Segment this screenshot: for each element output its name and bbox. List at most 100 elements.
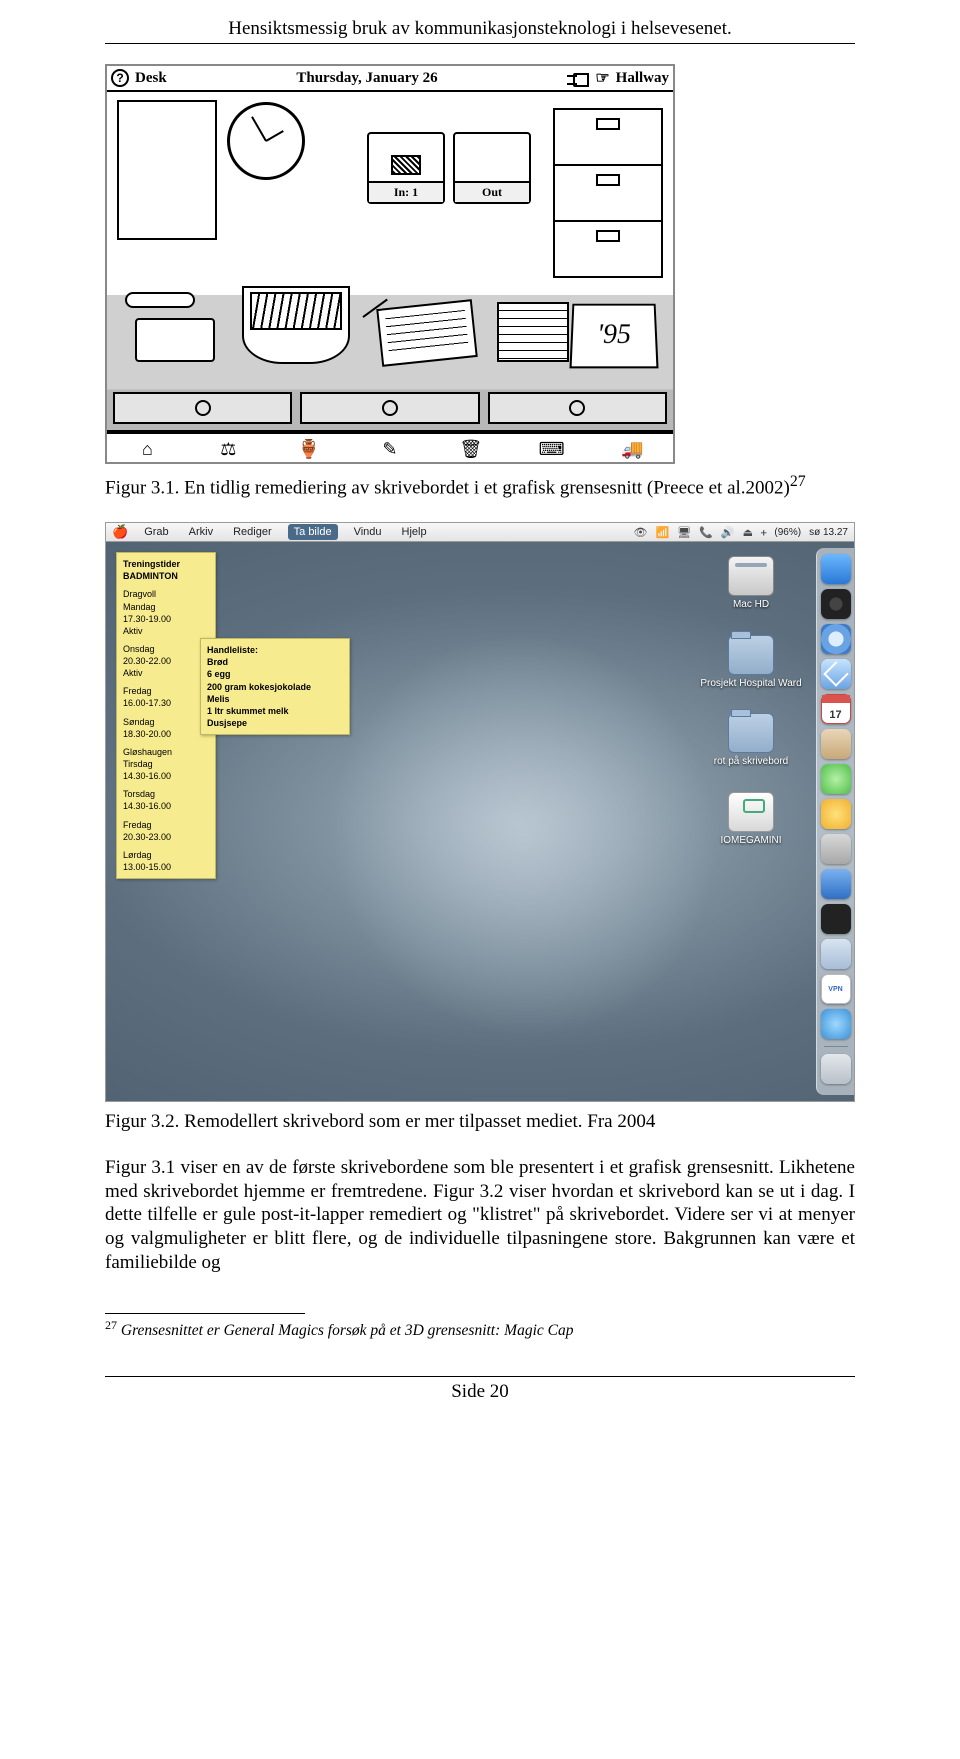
folder-icon (728, 713, 774, 753)
figure-1-magic-cap: ? Desk Thursday, January 26 ☞ Hallway In… (105, 64, 675, 464)
sticky-list-item: Dusjsepe (207, 717, 343, 729)
dock-preferences-icon[interactable] (821, 834, 851, 864)
toolbar-desk-icon[interactable]: ⌂ (128, 436, 166, 462)
toolbar-pencil-icon[interactable]: ✎ (371, 436, 409, 462)
desktop-icon[interactable]: Prosjekt Hospital Ward (700, 635, 801, 690)
menubar-flag-icon[interactable]: ᚐ (761, 526, 766, 539)
sticky-title: Treningstider (123, 558, 209, 570)
calendar-icon[interactable]: '95 (569, 304, 658, 369)
menubar-signal-icon[interactable]: 📶 (655, 526, 669, 539)
sticky-list-item: 6 egg (207, 668, 343, 680)
dock-dashboard-icon[interactable] (821, 589, 851, 619)
sticky-entry: Lørdag13.00-15.00 (123, 849, 209, 873)
page-number: Side 20 (105, 1381, 855, 1403)
dock-itunes-icon[interactable] (821, 764, 851, 794)
hallway-label[interactable]: Hallway (616, 70, 669, 87)
hand-icon[interactable]: ☞ (595, 68, 609, 88)
sticky-entry: GløshaugenTirsdag14.30-16.00 (123, 746, 209, 782)
menubar-modem-icon[interactable]: 📞 (699, 526, 713, 539)
menubar-volume-icon[interactable]: 🔊 (721, 526, 735, 539)
mac-desktop[interactable]: Treningstider BADMINTON DragvollMandag17… (105, 542, 855, 1102)
toolbar-lamp-icon[interactable]: 🏺 (290, 436, 328, 462)
figure-1-caption: Figur 3.1. En tidlig remediering av skri… (105, 472, 855, 500)
clock-icon[interactable] (227, 102, 305, 180)
desktop-icon[interactable]: rot på skrivebord (714, 713, 788, 768)
sticky-list-item: 200 gram kokesjokolade (207, 681, 343, 693)
figure-2-caption: Figur 3.2. Remodellert skrivebord som er… (105, 1110, 855, 1134)
menubar-ichat-icon[interactable]: 👁 (634, 526, 648, 539)
footnote-ref: 27 (790, 473, 806, 490)
desk-drawer[interactable] (113, 392, 292, 424)
sticky-note-shopping[interactable]: Handleliste: Brød6 egg200 gram kokesjoko… (200, 638, 350, 735)
plug-icon (567, 72, 589, 84)
desktop-icons-column: Mac HD Prosjekt Hospital Ward rot på skriv… (696, 556, 806, 846)
menu-vindu[interactable]: Vindu (350, 524, 386, 540)
apple-menu-icon[interactable]: 🍎 (112, 524, 128, 540)
toolbar-keyboard-icon[interactable]: ⌨ (533, 436, 571, 462)
sticky-entry: Søndag18.30-20.00 (123, 716, 209, 740)
dock-vpn-icon[interactable]: VPN (821, 974, 851, 1004)
running-header: Hensiktsmessig bruk av kommunikasjonstek… (105, 18, 855, 40)
topbar-date: Thursday, January 26 (173, 70, 562, 87)
menu-rediger[interactable]: Rediger (229, 524, 276, 540)
desk-drawers (113, 392, 667, 424)
menu-arkiv[interactable]: Arkiv (185, 524, 217, 540)
sticky-entry: Fredag16.00-17.30 (123, 685, 209, 709)
dock-separator (824, 1046, 848, 1047)
desktop-icon[interactable]: Mac HD (728, 556, 774, 611)
desktop-icon-label: rot på skrivebord (714, 756, 788, 768)
menubar-display-icon[interactable]: 🖥 (677, 526, 691, 539)
sticky-shopping-title: Handleliste: (207, 644, 343, 656)
sticky-entry: DragvollMandag17.30-19.00Aktiv (123, 588, 209, 637)
sticky-title-2: BADMINTON (123, 570, 209, 582)
file-cabinet-icon[interactable] (553, 108, 663, 278)
footnote: 27 Grensesnittet er General Magics forsø… (105, 1318, 855, 1340)
dock-word-icon[interactable] (821, 869, 851, 899)
desk-drawer[interactable] (300, 392, 479, 424)
dock-trash-icon[interactable] (821, 1054, 851, 1084)
toolbar-trash-icon[interactable]: 🗑 (452, 436, 490, 462)
notepad-icon[interactable] (376, 299, 478, 367)
phone-icon[interactable] (125, 292, 225, 362)
mac-menubar: 🍎 Grab Arkiv Rediger Ta bilde Vindu Hjel… (105, 522, 855, 542)
menubar-clock[interactable]: sø 13.27 (809, 527, 848, 538)
sticky-entry: Fredag20.30-23.00 (123, 819, 209, 843)
inbox-label: In: 1 (369, 181, 443, 202)
menu-hjelp[interactable]: Hjelp (398, 524, 431, 540)
toolbar-truck-icon[interactable]: 🚚 (613, 436, 651, 462)
figure-1-topbar: ? Desk Thursday, January 26 ☞ Hallway (107, 66, 673, 92)
desk-scene: In: 1 Out '95 (107, 92, 673, 432)
desktop-icon-label: IOMEGAMINI (720, 835, 781, 847)
help-icon[interactable]: ? (111, 69, 129, 87)
dock-addressbook-icon[interactable] (821, 729, 851, 759)
desktop-icon-label: Prosjekt Hospital Ward (700, 678, 801, 690)
harddrive-icon (728, 556, 774, 596)
legal-pad-icon[interactable] (497, 302, 569, 362)
dock-safari-icon[interactable] (821, 624, 851, 654)
dock-mail-icon[interactable] (821, 659, 851, 689)
footnote-number: 27 (105, 1318, 117, 1332)
menubar-eject-icon[interactable]: ⏏ (743, 526, 753, 539)
dock-ical-icon[interactable] (821, 694, 851, 724)
desktop-icon[interactable]: IOMEGAMINI (720, 792, 781, 847)
desk-drawer[interactable] (488, 392, 667, 424)
desk-label: Desk (135, 70, 167, 87)
sticky-entry: Torsdag14.30-16.00 (123, 788, 209, 812)
inbox-slot[interactable]: In: 1 (367, 132, 445, 204)
footnote-rule (105, 1313, 305, 1314)
dock-iphoto-icon[interactable] (821, 799, 851, 829)
menubar-battery[interactable]: (96%) (774, 527, 801, 538)
mail-flag-icon (391, 155, 421, 175)
menu-ta-bilde[interactable]: Ta bilde (288, 524, 338, 540)
dock-app-icon[interactable] (821, 939, 851, 969)
dock-finder-icon[interactable] (821, 554, 851, 584)
rolodex-icon[interactable] (242, 286, 350, 364)
footnote-text: Grensesnittet er General Magics forsøk p… (117, 1322, 573, 1339)
menu-grab[interactable]: Grab (140, 524, 172, 540)
outbox-slot[interactable]: Out (453, 132, 531, 204)
dock-network-icon[interactable] (821, 1009, 851, 1039)
mail-slots: In: 1 Out (367, 132, 531, 204)
toolbar-stamp-icon[interactable]: ⚖ (209, 436, 247, 462)
dock-terminal-icon[interactable] (821, 904, 851, 934)
sticky-list-item: 1 ltr skummet melk (207, 705, 343, 717)
